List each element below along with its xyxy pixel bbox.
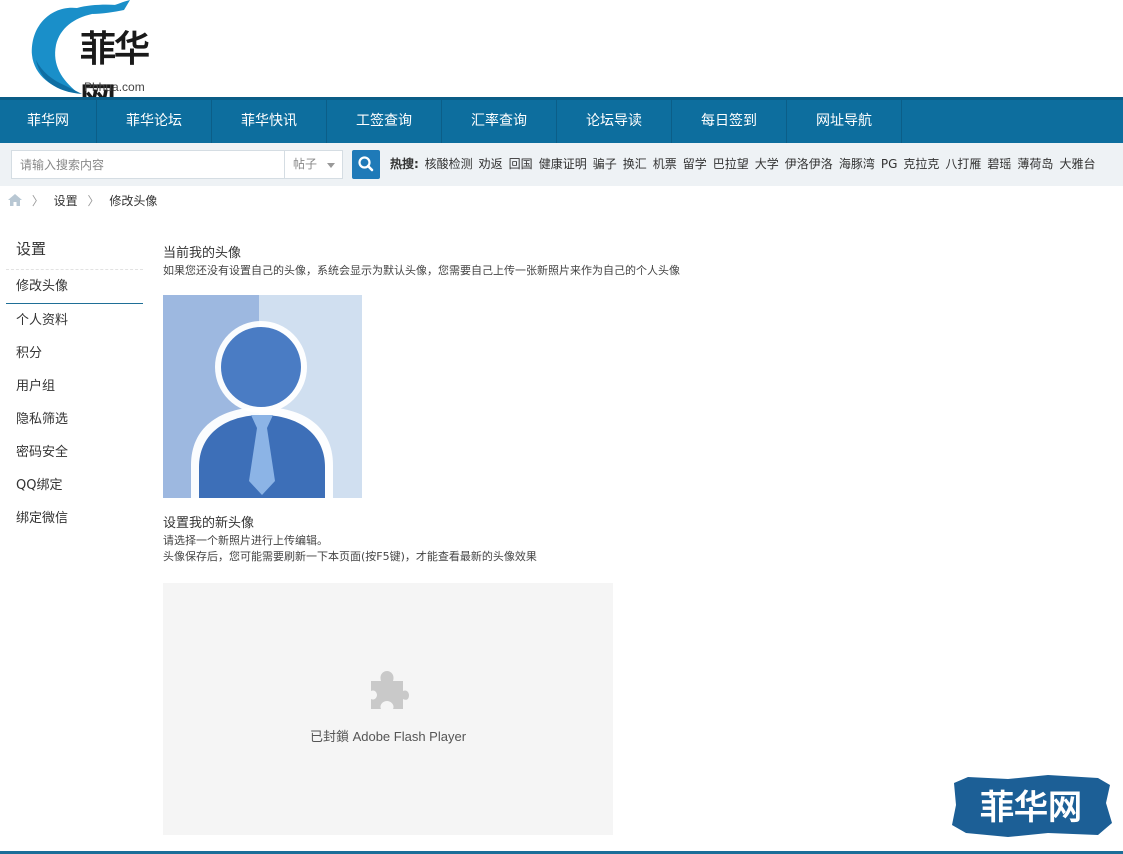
sidebar-item-wechat[interactable]: 绑定微信 [6,502,143,535]
sidebar-title: 设置 [6,232,143,270]
main-nav: 菲华网 菲华论坛 菲华快讯 工签查询 汇率查询 论坛导读 每日签到 网址导航 [0,97,1123,143]
home-icon[interactable] [8,194,22,206]
refresh-hint: 头像保存后，您可能需要刷新一下本页面(按F5键)，才能查看最新的头像效果 [163,550,537,563]
hot-search-item[interactable]: 伊洛伊洛 [785,157,833,171]
hot-search-item[interactable]: 劝返 [479,157,503,171]
hot-search-item[interactable]: 机票 [653,157,677,171]
site-header: 菲华网 Phhua.com [0,0,1123,122]
current-avatar-title: 当前我的头像 [163,246,242,261]
sidebar-item-profile[interactable]: 个人资料 [6,304,143,337]
hot-search-item[interactable]: 回国 [509,157,533,171]
hot-search-item[interactable]: 健康证明 [539,157,587,171]
hot-search-label: 热搜: [390,157,419,171]
hot-search-item[interactable]: 大学 [755,157,779,171]
hot-search-item[interactable]: 巴拉望 [713,157,749,171]
hot-search-item[interactable]: 克拉克 [903,157,939,171]
sidebar-item-password[interactable]: 密码安全 [6,436,143,469]
brush-watermark-icon: 菲华网 [952,775,1112,837]
hot-search-item[interactable]: 留学 [683,157,707,171]
nav-item-news[interactable]: 菲华快讯 [212,100,327,143]
site-logo[interactable]: 菲华网 Phhua.com [22,0,172,122]
new-avatar-section: 设置我的新头像 请选择一个新照片进行上传编辑。 头像保存后，您可能需要刷新一下本… [163,515,537,565]
user-avatar-icon [163,295,362,498]
nav-item-exchange-rate[interactable]: 汇率查询 [442,100,557,143]
watermark-text: 菲华网 [980,788,1082,828]
hot-search-item[interactable]: 碧瑶 [987,157,1011,171]
breadcrumb-separator: 〉 [87,194,100,208]
hot-search-item[interactable]: PG [881,157,898,171]
sidebar-item-avatar[interactable]: 修改头像 [6,270,143,304]
new-avatar-title: 设置我的新头像 [163,516,255,531]
nav-item-home[interactable]: 菲华网 [0,100,97,143]
hot-search-list: 热搜: 核酸检测 劝返 回国 健康证明 骗子 换汇 机票 留学 巴拉望 大学 伊洛伊洛 海豚湾 PG 克拉… [390,150,1123,179]
hot-search-item[interactable]: 大雅台 [1059,157,1095,171]
current-avatar-desc: 如果您还没有设置自己的头像，系统会显示为默认头像，您需要自己上传一张新照片来作为… [163,264,680,277]
logo-domain: Phhua.com [84,80,145,94]
search-type-select[interactable]: 帖子 [284,151,344,178]
nav-item-forum[interactable]: 菲华论坛 [97,100,212,143]
breadcrumb-item-avatar: 修改头像 [109,194,158,208]
hot-search-item[interactable]: 薄荷岛 [1017,157,1053,171]
sidebar-item-qq[interactable]: QQ绑定 [6,469,143,502]
search-bar: 帖子 热搜: 核酸检测劝返回国健康证明骗子换汇机票留学巴拉望大学伊洛伊洛海豚湾 P… [0,143,1123,186]
hot-search-item[interactable]: 换汇 [623,157,647,171]
nav-item-url-nav[interactable]: 网址导航 [787,100,902,143]
search-type-label: 帖子 [293,157,318,171]
default-avatar-image [163,295,362,498]
breadcrumb-item-settings[interactable]: 设置 [54,194,78,208]
sidebar-item-credits[interactable]: 积分 [6,337,143,370]
hot-search-item[interactable]: 海豚湾 [839,157,875,171]
hot-search-item[interactable]: 骗子 [593,157,617,171]
nav-item-daily-checkin[interactable]: 每日签到 [672,100,787,143]
chevron-down-icon [327,163,335,168]
breadcrumb: 〉 设置 〉 修改头像 [8,192,157,210]
avatar-content: 当前我的头像 如果您还没有设置自己的头像，系统会显示为默认头像，您需要自己上传一… [163,245,1063,835]
search-input[interactable] [12,151,282,178]
settings-sidebar: 设置 修改头像 个人资料 积分 用户组 隐私筛选 密码安全 QQ绑定 绑定微信 [6,232,143,535]
plugin-icon [371,671,409,709]
search-icon [358,156,374,172]
nav-item-forum-guide[interactable]: 论坛导读 [557,100,672,143]
search-button[interactable] [352,150,380,179]
hot-search-item[interactable]: 核酸检测 [425,157,473,171]
flash-uploader-placeholder[interactable]: 已封鎖 Adobe Flash Player [163,583,613,835]
sidebar-item-usergroup[interactable]: 用户组 [6,370,143,403]
sidebar-item-privacy[interactable]: 隐私筛选 [6,403,143,436]
breadcrumb-separator: 〉 [31,194,44,208]
search-box: 帖子 [11,150,343,179]
flash-blocked-message: 已封鎖 Adobe Flash Player [309,729,467,744]
watermark-logo: 菲华网 [948,773,1114,839]
new-avatar-desc: 请选择一个新照片进行上传编辑。 [163,534,328,547]
nav-item-work-permit[interactable]: 工签查询 [327,100,442,143]
hot-search-item[interactable]: 八打雁 [945,157,981,171]
